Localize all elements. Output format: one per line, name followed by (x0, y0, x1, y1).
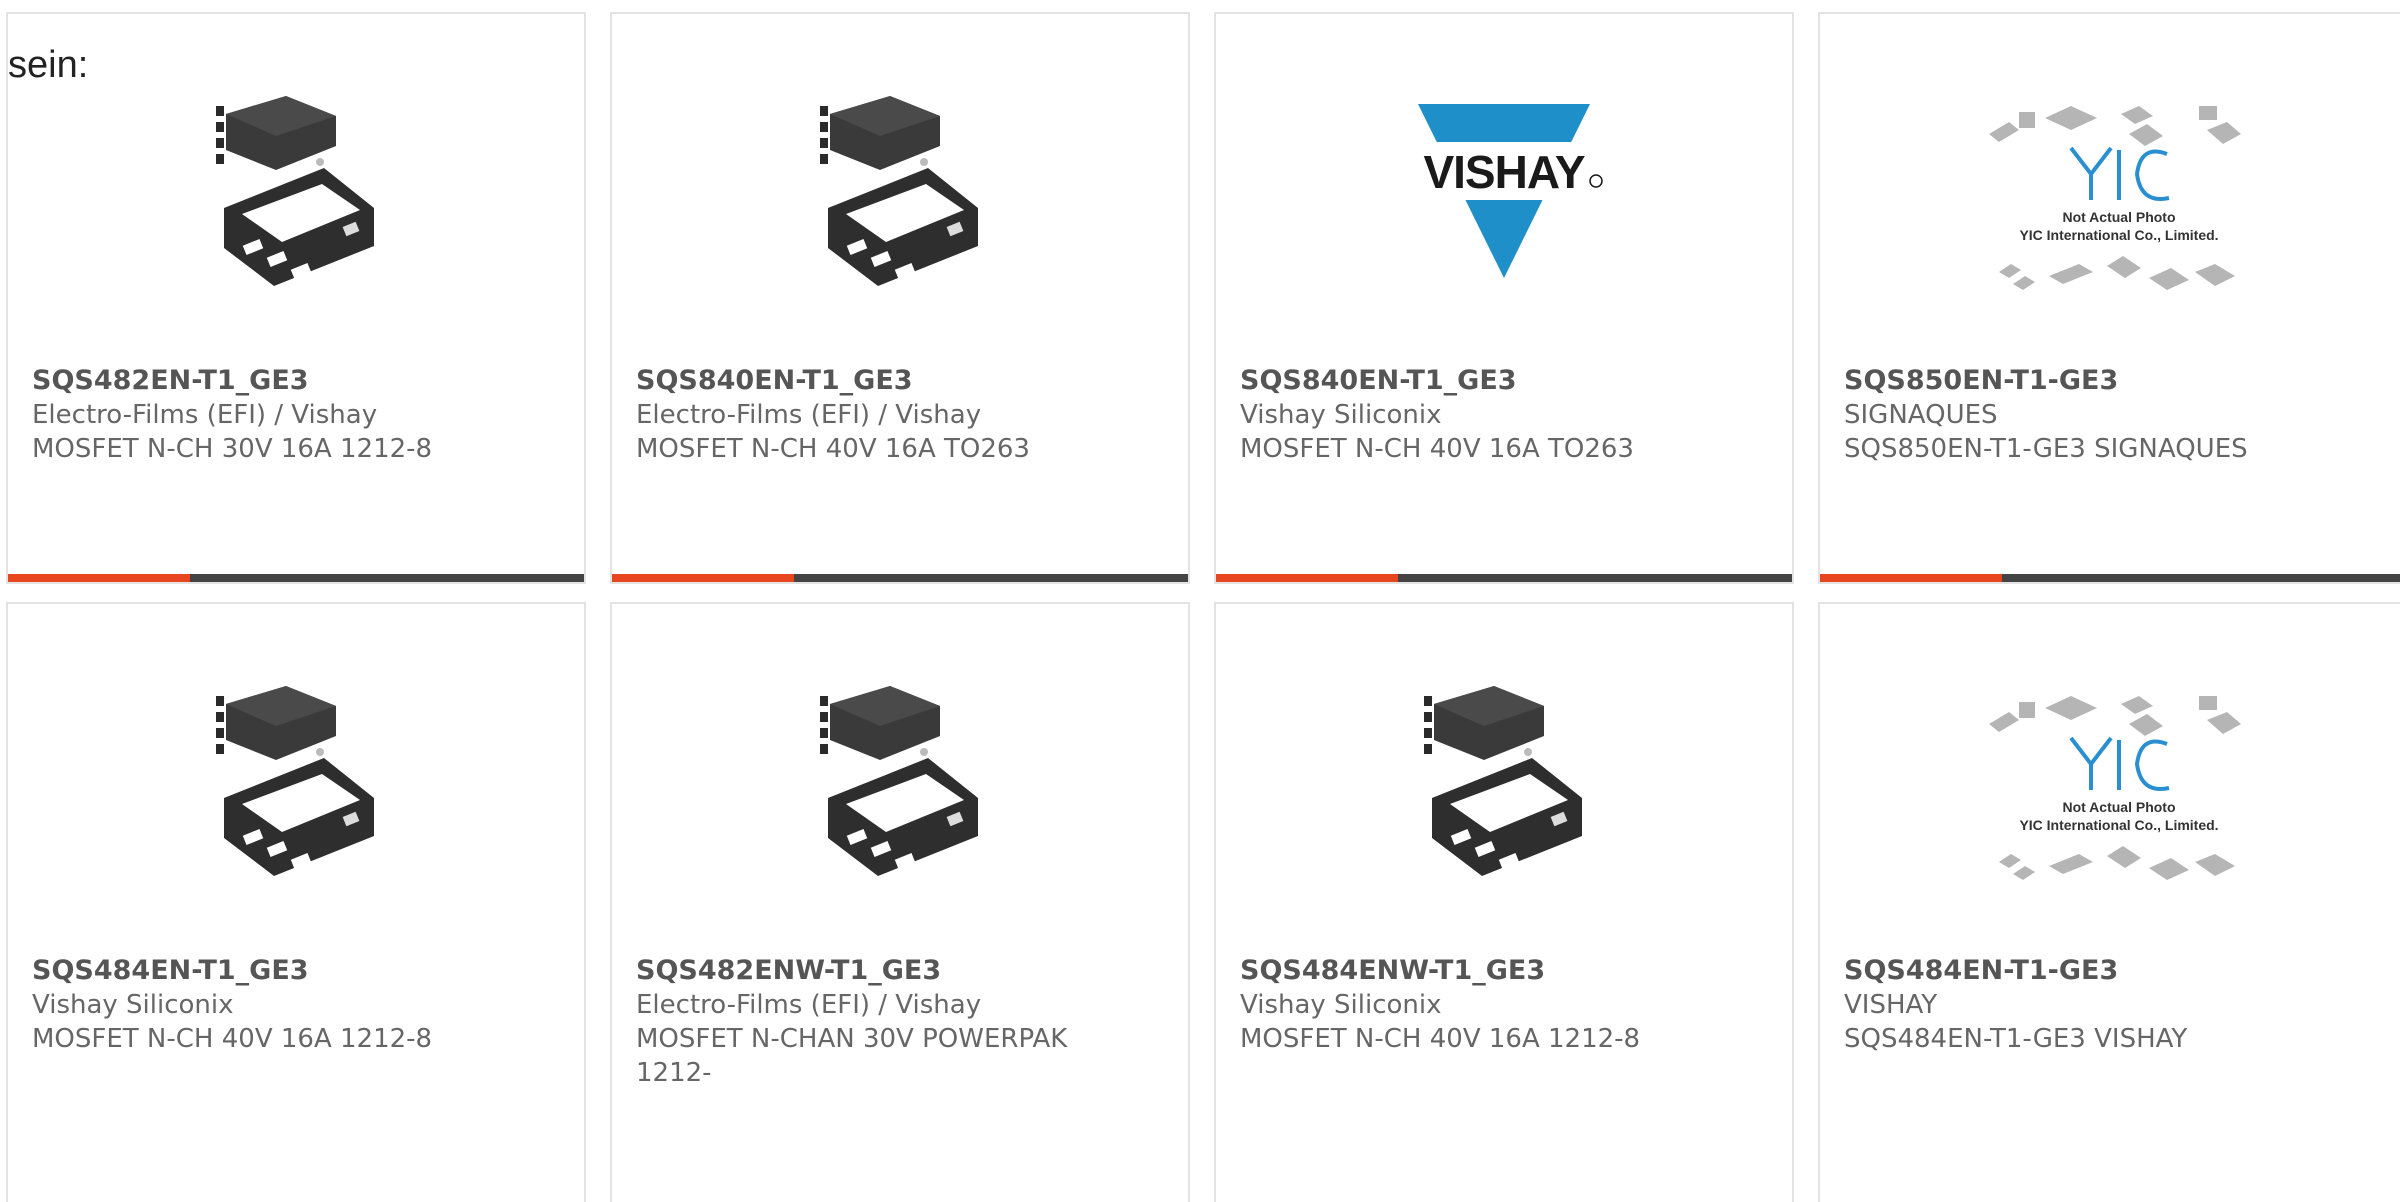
description: SQS484EN-T1-GE3 VISHAY (1844, 1024, 2188, 1054)
mosfet-chip-image (1404, 674, 1604, 884)
manufacturer: Vishay Siliconix (32, 990, 234, 1020)
card-accent (1216, 574, 1398, 582)
lead-text: sein: (8, 44, 89, 86)
part-number[interactable]: SQS840EN-T1_GE3 (636, 364, 1164, 398)
placeholder-line2: YIC International Co., Limited. (2019, 817, 2218, 833)
description: MOSFET N-CHAN 30V POWERPAK 1212- (636, 1024, 1068, 1088)
vishay-logo-icon: VISHAY (1404, 104, 1604, 278)
card-footer-bar (8, 574, 584, 582)
product-card[interactable]: Not Actual Photo YIC International Co., … (1818, 12, 2400, 584)
manufacturer: Electro-Films (EFI) / Vishay (32, 400, 378, 430)
yic-placeholder-icon: Not Actual Photo YIC International Co., … (1989, 696, 2241, 880)
product-card[interactable]: SQS482EN-T1_GE3 Electro-Films (EFI) / Vi… (6, 12, 586, 584)
description: MOSFET N-CH 40V 16A 1212-8 (1240, 1024, 1641, 1054)
mosfet-chip-image (196, 84, 396, 294)
mosfet-chip-image (196, 674, 396, 884)
yic-placeholder-icon: Not Actual Photo YIC International Co., … (1989, 106, 2241, 290)
placeholder-line2: YIC International Co., Limited. (2019, 227, 2218, 243)
mosfet-chip-image (800, 84, 1000, 294)
placeholder-line1: Not Actual Photo (2062, 209, 2175, 225)
part-number[interactable]: SQS484ENW-T1_GE3 (1240, 954, 1768, 988)
part-number[interactable]: SQS484EN-T1_GE3 (32, 954, 560, 988)
mosfet-chip-image (800, 674, 1000, 884)
vishay-logo-text: VISHAY (1423, 146, 1584, 198)
product-card[interactable]: SQS840EN-T1_GE3 Electro-Films (EFI) / Vi… (610, 12, 1190, 584)
mosfet-chip-icon (820, 96, 978, 286)
card-accent (612, 574, 794, 582)
description: MOSFET N-CH 40V 16A TO263 (1240, 434, 1634, 464)
part-number[interactable]: SQS840EN-T1_GE3 (1240, 364, 1768, 398)
manufacturer: Vishay Siliconix (1240, 990, 1442, 1020)
card-footer-bar (1216, 574, 1792, 582)
mosfet-chip-icon (1424, 686, 1582, 876)
card-footer-bar (612, 574, 1188, 582)
placeholder-image: Not Actual Photo YIC International Co., … (1979, 684, 2259, 894)
manufacturer: SIGNAQUES (1844, 400, 1998, 430)
product-card[interactable]: SQS484EN-T1_GE3 Vishay Siliconix MOSFET … (6, 602, 586, 1202)
description: MOSFET N-CH 30V 16A 1212-8 (32, 434, 433, 464)
manufacturer: VISHAY (1844, 990, 1938, 1020)
product-card[interactable]: Not Actual Photo YIC International Co., … (1818, 602, 2400, 1202)
product-card[interactable]: SQS482ENW-T1_GE3 Electro-Films (EFI) / V… (610, 602, 1190, 1202)
mosfet-chip-icon (820, 686, 978, 876)
placeholder-line1: Not Actual Photo (2062, 799, 2175, 815)
description: SQS850EN-T1-GE3 SIGNAQUES (1844, 434, 2248, 464)
card-accent (1820, 574, 2002, 582)
description: MOSFET N-CH 40V 16A TO263 (636, 434, 1030, 464)
description: MOSFET N-CH 40V 16A 1212-8 (32, 1024, 433, 1054)
card-accent (8, 574, 190, 582)
placeholder-image: Not Actual Photo YIC International Co., … (1979, 94, 2259, 304)
vishay-logo-image: VISHAY (1404, 84, 1604, 294)
manufacturer: Vishay Siliconix (1240, 400, 1442, 430)
product-card[interactable]: SQS484ENW-T1_GE3 Vishay Siliconix MOSFET… (1214, 602, 1794, 1202)
part-number[interactable]: SQS850EN-T1-GE3 (1844, 364, 2394, 398)
manufacturer: Electro-Films (EFI) / Vishay (636, 990, 982, 1020)
card-footer-bar (1820, 574, 2400, 582)
part-number[interactable]: SQS482EN-T1_GE3 (32, 364, 560, 398)
mosfet-chip-icon (216, 96, 374, 286)
mosfet-chip-icon (216, 686, 374, 876)
part-number[interactable]: SQS482ENW-T1_GE3 (636, 954, 1088, 988)
product-card[interactable]: VISHAY SQS840EN-T1_GE3 Vishay Siliconix … (1214, 12, 1794, 584)
part-number[interactable]: SQS484EN-T1-GE3 (1844, 954, 2394, 988)
manufacturer: Electro-Films (EFI) / Vishay (636, 400, 982, 430)
